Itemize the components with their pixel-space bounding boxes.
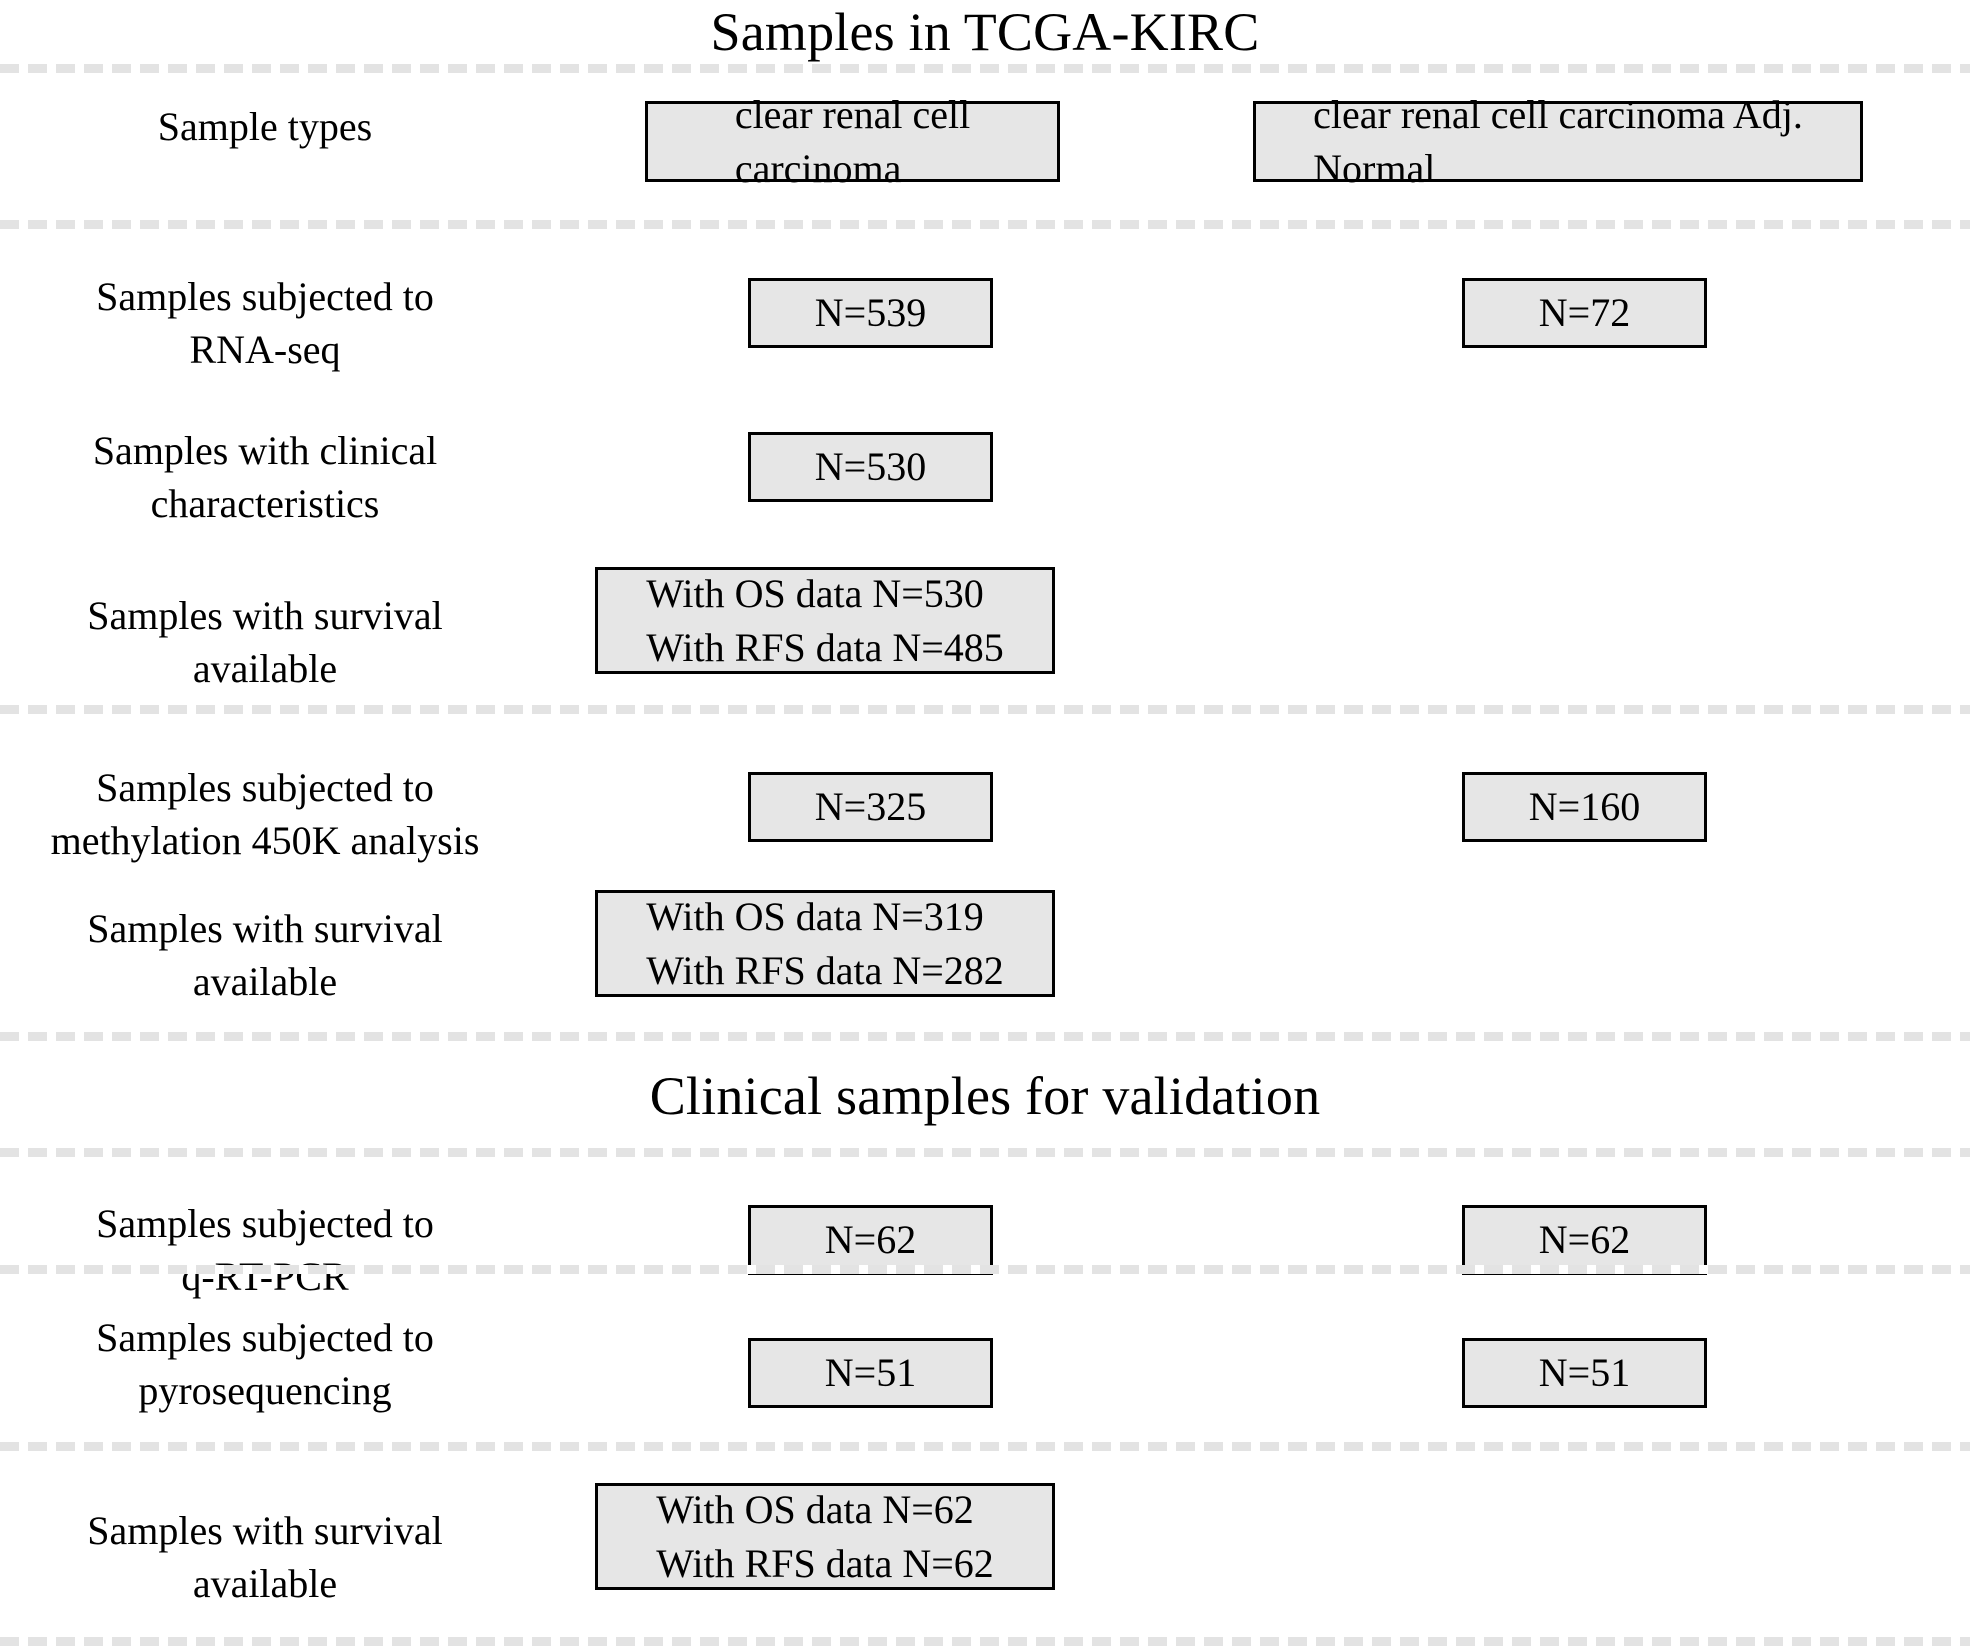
- row-label-pyrosequencing: Samples subjected to pyrosequencing: [96, 1315, 434, 1413]
- box-methylation-450k-tumor-text: N=325: [814, 784, 927, 830]
- box-survival-rnaseq-tumor-text: With OS data N=530 With RFS data N=485: [646, 570, 1004, 670]
- box-sample-types-tumor: clear renal cell carcinoma: [645, 92, 1060, 191]
- box-pyrosequencing-tumor-text: N=51: [824, 1350, 917, 1396]
- divider-8: [0, 1637, 1970, 1646]
- row-label-methylation-450k: Samples subjected to methylation 450K an…: [50, 765, 480, 863]
- divider-7: [0, 1442, 1970, 1451]
- box-methylation-450k-tumor: N=325: [748, 772, 993, 842]
- row-label-q-rt-pcr: Samples subjected to q-RT-PCR: [96, 1201, 434, 1299]
- box-survival-validation-tumor: With OS data N=62 With RFS data N=62: [595, 1483, 1055, 1590]
- box-survival-methylation-tumor: With OS data N=319 With RFS data N=282: [595, 890, 1055, 997]
- box-clinical-characteristics-tumor: N=530: [748, 432, 993, 502]
- row-label-survival-rnaseq: Samples with survival available: [87, 593, 443, 691]
- box-sample-types-normal: clear renal cell carcinoma Adj. Normal: [1253, 92, 1863, 191]
- box-q-rt-pcr-normal-text: N=62: [1538, 1217, 1631, 1263]
- box-pyrosequencing-normal: N=51: [1462, 1338, 1707, 1408]
- row-label-rna-seq: Samples subjected to RNA-seq: [96, 274, 434, 372]
- row-label-sample-types: Sample types: [157, 104, 373, 149]
- box-survival-rnaseq-tumor: With OS data N=530 With RFS data N=485: [595, 567, 1055, 674]
- row-label-survival-methylation: Samples with survival available: [87, 906, 443, 1004]
- box-methylation-450k-normal-text: N=160: [1528, 784, 1641, 830]
- box-sample-types-tumor-text: clear renal cell carcinoma: [734, 91, 971, 191]
- divider-2: [0, 220, 1970, 229]
- divider-1: [0, 64, 1970, 73]
- divider-3: [0, 705, 1970, 714]
- box-rna-seq-tumor-text: N=539: [814, 290, 927, 336]
- box-q-rt-pcr-tumor-text: N=62: [824, 1217, 917, 1263]
- section-title-clinical-validation: Clinical samples for validation: [649, 1066, 1321, 1126]
- box-rna-seq-tumor: N=539: [748, 278, 993, 348]
- box-pyrosequencing-normal-text: N=51: [1538, 1350, 1631, 1396]
- box-pyrosequencing-tumor: N=51: [748, 1338, 993, 1408]
- section-title-tcga-kirc: Samples in TCGA-KIRC: [710, 2, 1260, 62]
- box-rna-seq-normal-text: N=72: [1538, 290, 1631, 336]
- box-clinical-characteristics-tumor-text: N=530: [814, 444, 927, 490]
- box-rna-seq-normal: N=72: [1462, 278, 1707, 348]
- divider-6: [0, 1265, 1970, 1274]
- row-label-clinical-characteristics: Samples with clinical characteristics: [92, 428, 438, 526]
- box-sample-types-normal-text: clear renal cell carcinoma Adj. Normal: [1313, 91, 1803, 191]
- box-survival-methylation-tumor-text: With OS data N=319 With RFS data N=282: [646, 893, 1004, 993]
- divider-4: [0, 1032, 1970, 1041]
- divider-5: [0, 1148, 1970, 1157]
- row-label-survival-validation: Samples with survival available: [87, 1508, 443, 1606]
- box-methylation-450k-normal: N=160: [1462, 772, 1707, 842]
- flowchart-figure: Samples in TCGA-KIRC Sample types clear …: [0, 0, 1970, 1652]
- box-survival-validation-tumor-text: With OS data N=62 With RFS data N=62: [656, 1486, 994, 1586]
